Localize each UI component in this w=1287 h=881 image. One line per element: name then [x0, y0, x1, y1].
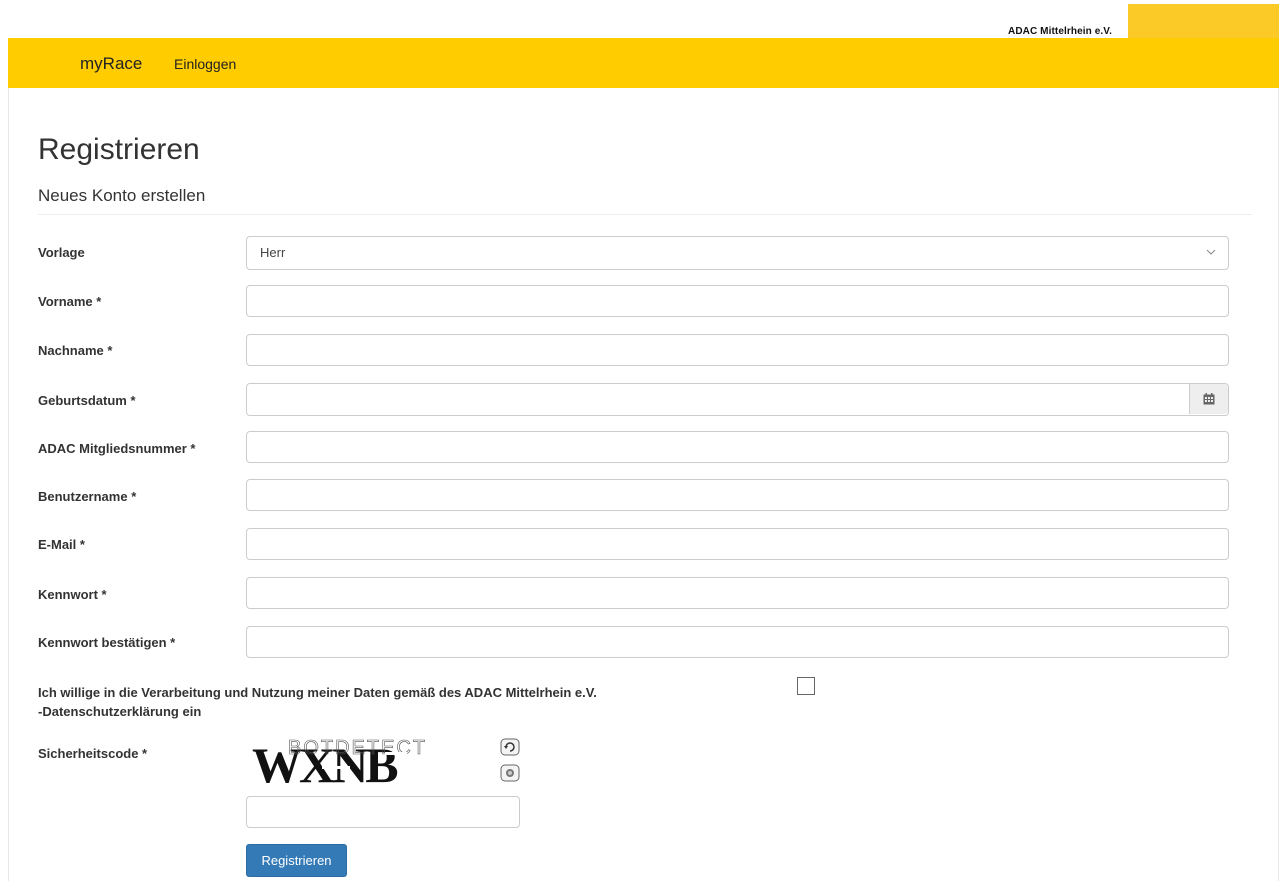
- vorlage-label: Vorlage: [38, 245, 85, 260]
- benutzername-input[interactable]: [246, 479, 1229, 511]
- mitgliedsnummer-label: ADAC Mitgliedsnummer *: [38, 441, 196, 456]
- kennwort-bestaetigen-label: Kennwort bestätigen *: [38, 635, 176, 650]
- nachname-label: Nachname *: [38, 343, 113, 358]
- vorname-label: Vorname *: [38, 294, 102, 309]
- kennwort-input[interactable]: [246, 577, 1229, 609]
- benutzername-label: Benutzername *: [38, 489, 137, 504]
- kennwort-bestaetigen-input[interactable]: [246, 626, 1229, 658]
- vorname-input[interactable]: [246, 285, 1229, 317]
- page-subtitle: Neues Konto erstellen: [38, 186, 206, 205]
- mitgliedsnummer-input[interactable]: [246, 431, 1229, 463]
- email-input[interactable]: [246, 528, 1229, 560]
- org-logo-text: ADAC Mittelrhein e.V.: [1008, 26, 1112, 37]
- calendar-icon: [1203, 393, 1215, 405]
- page-border-right: [1278, 88, 1279, 881]
- nav-login-link[interactable]: Einloggen: [174, 56, 236, 72]
- email-label: E-Mail *: [38, 537, 85, 552]
- kennwort-label: Kennwort *: [38, 587, 107, 602]
- top-navbar: myRace Einloggen: [8, 38, 1279, 88]
- captcha-reload-icon[interactable]: [500, 738, 520, 756]
- vorlage-select[interactable]: Herr: [246, 236, 1229, 270]
- consent-text: Ich willige in die Verarbeitung und Nutz…: [38, 683, 678, 721]
- register-submit-button[interactable]: Registrieren: [246, 844, 347, 877]
- captcha-input[interactable]: [246, 796, 520, 828]
- nav-brand-link[interactable]: myRace: [80, 54, 142, 74]
- page-border-left: [8, 88, 9, 881]
- org-logo-block: [1128, 4, 1279, 38]
- consent-checkbox[interactable]: [797, 677, 815, 695]
- consent-text-line1: Ich willige in die Verarbeitung und Nutz…: [38, 685, 597, 700]
- geburtsdatum-input[interactable]: [246, 383, 1229, 416]
- captcha-watermark: BOTDETECT: [288, 737, 427, 759]
- consent-text-line2: -Datenschutzerklärung ein: [38, 704, 202, 719]
- geburtsdatum-label: Geburtsdatum *: [38, 393, 136, 408]
- captcha-image: WXNB BOTDETECT: [252, 737, 427, 792]
- calendar-button[interactable]: [1189, 384, 1228, 414]
- captcha-audio-icon[interactable]: [500, 764, 520, 782]
- page-title: Registrieren: [38, 133, 200, 166]
- chevron-down-icon: [1206, 249, 1216, 255]
- divider: [38, 214, 1252, 215]
- nachname-input[interactable]: [246, 334, 1229, 366]
- captcha-label: Sicherheitscode *: [38, 746, 148, 761]
- vorlage-selected-value: Herr: [260, 245, 286, 260]
